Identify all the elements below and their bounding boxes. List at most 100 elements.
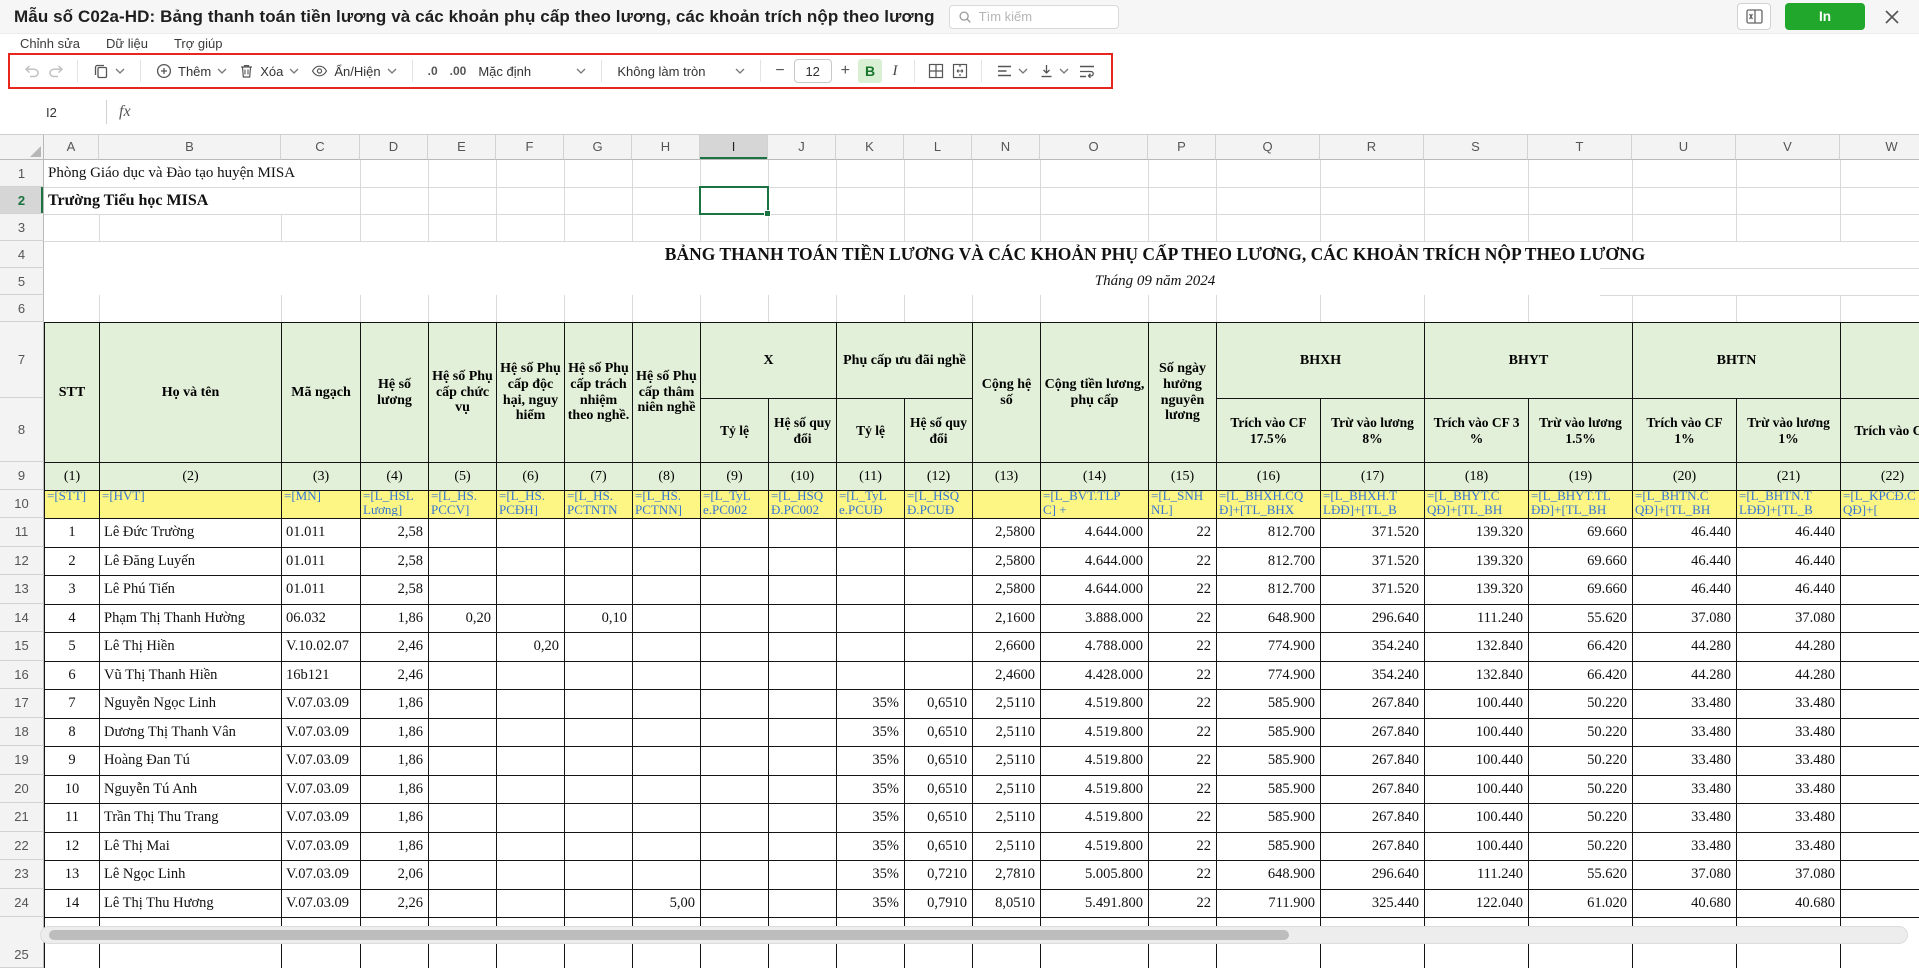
cell[interactable] [565, 861, 633, 890]
column-index-cell[interactable]: (11) [837, 463, 905, 491]
formula-template-cell[interactable]: =[L_HS. PCTNN] [633, 491, 701, 519]
formula-template-cell[interactable]: =[L_HS. PCTNTN [565, 491, 633, 519]
formula-template-cell[interactable]: =[L_BVT.TLP C] + [1041, 491, 1149, 519]
hide-show-button[interactable]: Ẩn/Hiện [305, 58, 402, 84]
cell[interactable]: 371.520 [1321, 519, 1425, 548]
table-subheader-cell[interactable]: Hệ số quy đổi [769, 399, 837, 463]
font-size-increase-button[interactable]: + [836, 62, 855, 80]
cell[interactable]: 0,6510 [905, 718, 973, 747]
cell[interactable] [701, 718, 769, 747]
cell[interactable] [905, 661, 973, 690]
menu-edit[interactable]: Chỉnh sửa [20, 36, 80, 51]
cell[interactable] [633, 633, 701, 662]
font-size-decrease-button[interactable]: − [770, 62, 789, 80]
cell-school[interactable]: Trường Tiểu học MISA [48, 187, 208, 214]
table-header-cell[interactable]: Hệ số Phụ cấp trách nhiệm theo nghề. [565, 323, 633, 463]
cell[interactable]: 35% [837, 747, 905, 776]
column-index-cell[interactable]: (7) [565, 463, 633, 491]
cell[interactable] [769, 718, 837, 747]
cell[interactable] [701, 690, 769, 719]
cell[interactable]: 2,6600 [973, 633, 1041, 662]
cell[interactable] [565, 547, 633, 576]
cell[interactable] [1841, 576, 1919, 605]
row-header-24[interactable]: 24 [0, 889, 44, 918]
column-header-L[interactable]: L [904, 135, 972, 160]
borders-icon-button[interactable] [924, 59, 948, 83]
row-header-7[interactable]: 7 [0, 322, 44, 398]
cell[interactable]: Hoàng Đan Tú [100, 747, 282, 776]
cell[interactable]: 2,5800 [973, 519, 1041, 548]
cell[interactable]: 774.900 [1217, 633, 1321, 662]
formula-template-cell[interactable]: =[L_HS. PCĐH] [497, 491, 565, 519]
cell[interactable] [837, 576, 905, 605]
cell[interactable] [633, 832, 701, 861]
cell[interactable]: 2,4600 [973, 661, 1041, 690]
column-header-H[interactable]: H [632, 135, 700, 160]
cell[interactable]: 2,58 [361, 576, 429, 605]
cell[interactable]: Dương Thị Thanh Vân [100, 718, 282, 747]
cell[interactable]: 4.644.000 [1041, 547, 1149, 576]
cell[interactable]: 4.519.800 [1041, 832, 1149, 861]
cell[interactable] [497, 832, 565, 861]
cell[interactable]: 5.491.800 [1041, 889, 1149, 918]
cell[interactable]: 2,5110 [973, 832, 1041, 861]
cell[interactable] [1841, 690, 1919, 719]
cell[interactable]: 33.480 [1737, 747, 1841, 776]
cell[interactable] [429, 661, 497, 690]
cell[interactable]: 22 [1149, 547, 1217, 576]
formula-template-cell[interactable]: =[L_HSQ Đ.PCUĐ [905, 491, 973, 519]
cell[interactable]: 46.440 [1633, 547, 1737, 576]
cell[interactable] [565, 661, 633, 690]
cell[interactable]: Nguyễn Ngọc Linh [100, 690, 282, 719]
cell[interactable]: 33.480 [1633, 747, 1737, 776]
cell[interactable] [429, 775, 497, 804]
cell[interactable] [701, 633, 769, 662]
cell[interactable] [565, 804, 633, 833]
formula-template-cell[interactable]: =[L_KPCĐ.C QĐ]+[ [1841, 491, 1919, 519]
cell[interactable] [565, 775, 633, 804]
table-header-cell[interactable]: Số ngày hưởng nguyên lương [1149, 323, 1217, 463]
cell[interactable]: 35% [837, 889, 905, 918]
cell[interactable]: 35% [837, 804, 905, 833]
search-input[interactable] [979, 9, 1089, 24]
formula-template-cell[interactable] [973, 491, 1041, 519]
table-header-cell[interactable]: STT [45, 323, 100, 463]
cell[interactable]: 585.900 [1217, 832, 1321, 861]
cell[interactable] [497, 519, 565, 548]
cell[interactable] [769, 747, 837, 776]
row-header-19[interactable]: 19 [0, 746, 44, 775]
column-header-I[interactable]: I [700, 135, 768, 160]
table-header-cell[interactable] [1841, 323, 1919, 399]
cell[interactable]: 100.440 [1425, 718, 1529, 747]
cell[interactable]: 7 [45, 690, 100, 719]
column-header-E[interactable]: E [428, 135, 496, 160]
cell[interactable]: Lê Thị Thu Hương [100, 889, 282, 918]
cell[interactable]: 22 [1149, 718, 1217, 747]
cell[interactable]: 585.900 [1217, 690, 1321, 719]
cell[interactable]: 22 [1149, 519, 1217, 548]
close-button[interactable] [1879, 4, 1905, 30]
font-size-input[interactable]: 12 [794, 59, 832, 83]
cell[interactable] [837, 633, 905, 662]
cell[interactable]: 33.480 [1633, 804, 1737, 833]
row-header-16[interactable]: 16 [0, 661, 44, 690]
cell[interactable]: 0,6510 [905, 832, 973, 861]
row-header-8[interactable]: 8 [0, 398, 44, 462]
column-index-cell[interactable]: (17) [1321, 463, 1425, 491]
column-index-cell[interactable]: (2) [100, 463, 282, 491]
cell[interactable] [701, 576, 769, 605]
cell[interactable]: 2,58 [361, 547, 429, 576]
cell[interactable] [769, 519, 837, 548]
cell[interactable] [633, 576, 701, 605]
column-index-cell[interactable]: (15) [1149, 463, 1217, 491]
table-header-cell[interactable]: BHXH [1217, 323, 1425, 399]
cell[interactable]: 8 [45, 718, 100, 747]
align-dropdown[interactable] [991, 58, 1034, 84]
cell[interactable]: 37.080 [1633, 861, 1737, 890]
cell[interactable]: V.07.03.09 [282, 832, 361, 861]
cell[interactable] [905, 576, 973, 605]
cell[interactable]: 1,86 [361, 832, 429, 861]
column-header-D[interactable]: D [360, 135, 428, 160]
add-button[interactable]: Thêm [150, 58, 233, 84]
rounding-dropdown[interactable]: Không làm tròn [611, 58, 751, 84]
